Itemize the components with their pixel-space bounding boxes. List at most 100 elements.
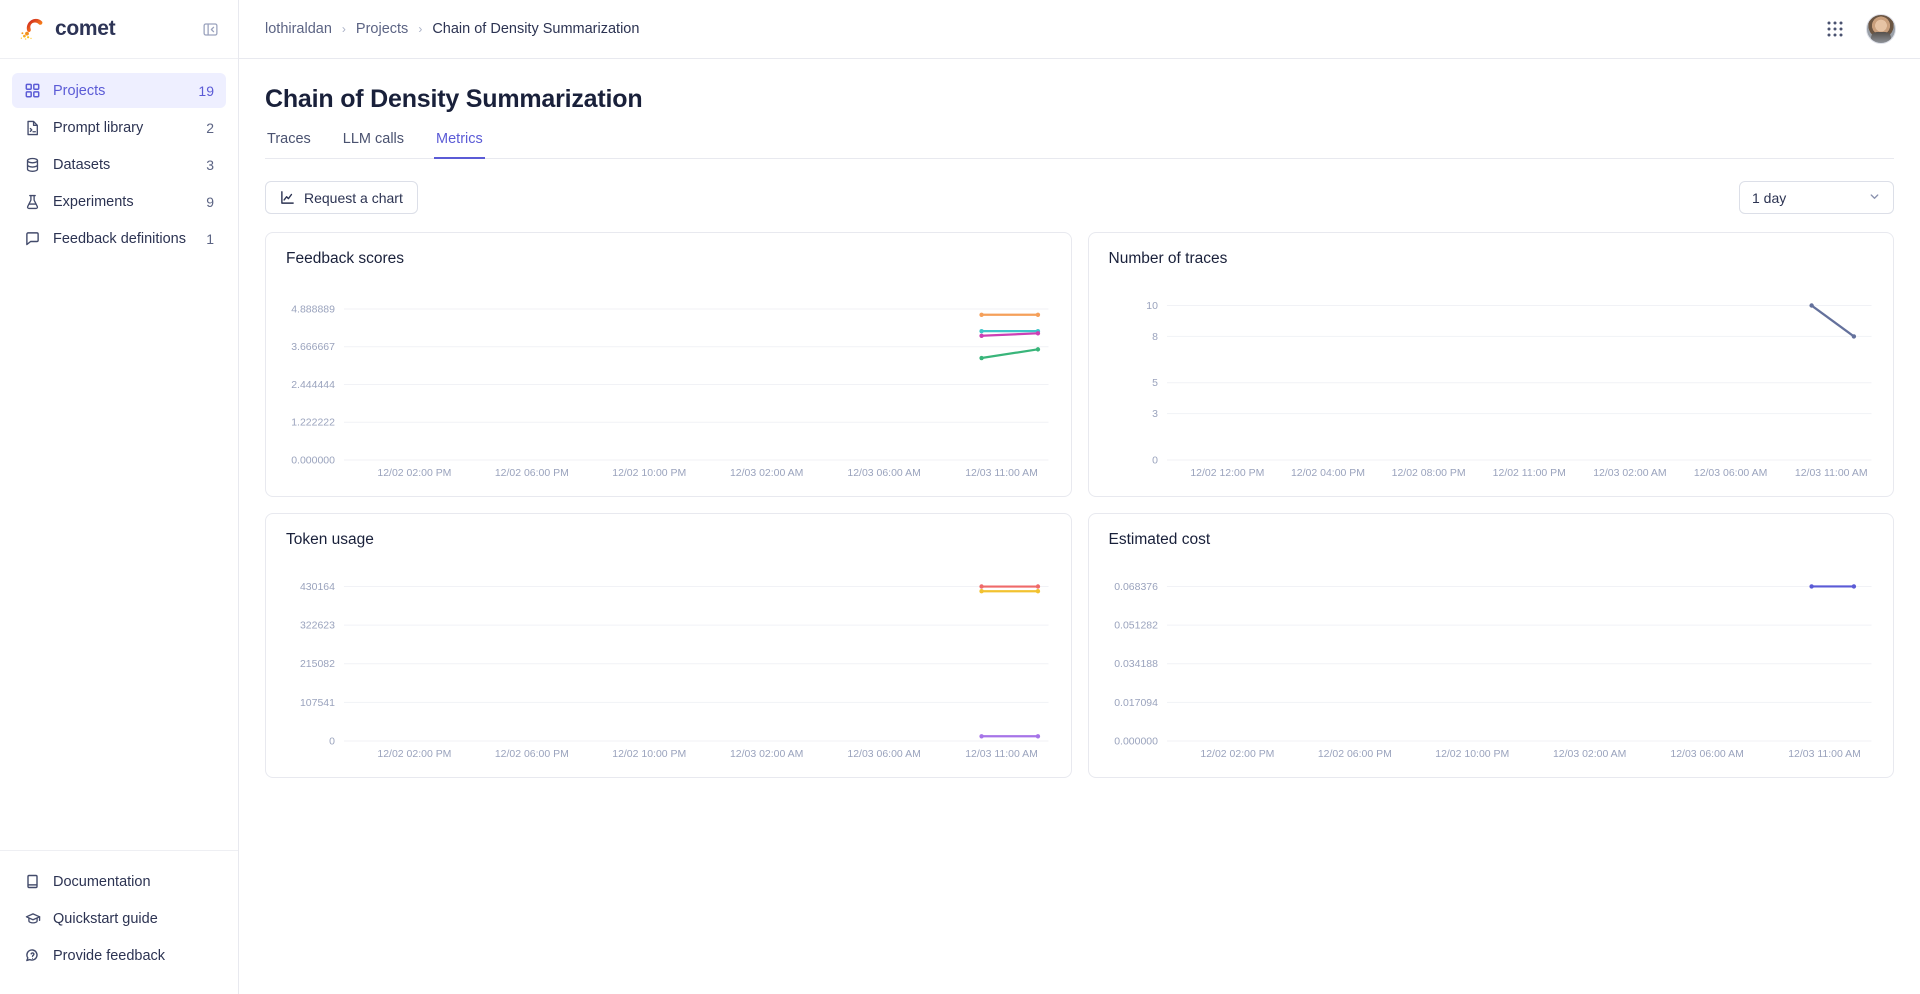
svg-text:12/02 06:00 PM: 12/02 06:00 PM bbox=[1317, 749, 1391, 760]
sidebar-item-experiments[interactable]: Experiments 9 bbox=[12, 184, 226, 219]
svg-text:0: 0 bbox=[329, 736, 335, 747]
svg-text:12/02 06:00 PM: 12/02 06:00 PM bbox=[495, 749, 569, 760]
page-content: Chain of Density Summarization Traces LL… bbox=[239, 59, 1920, 994]
chart-card-number-of-traces: Number of traces 0 3 5 8 10 12/02 12:00 PM 12/… bbox=[1088, 232, 1895, 497]
sidebar-item-projects[interactable]: Projects 19 bbox=[12, 73, 226, 108]
chart-title: Number of traces bbox=[1109, 250, 1874, 268]
graduation-cap-icon bbox=[24, 910, 41, 927]
svg-text:5: 5 bbox=[1152, 378, 1158, 389]
svg-text:10: 10 bbox=[1146, 301, 1158, 312]
tab-metrics[interactable]: Metrics bbox=[434, 131, 485, 159]
sidebar-header: comet bbox=[0, 0, 238, 59]
breadcrumb-item-projects[interactable]: Projects bbox=[356, 21, 408, 37]
brand-name: comet bbox=[55, 17, 115, 41]
file-code-icon bbox=[24, 119, 41, 136]
svg-text:107541: 107541 bbox=[300, 698, 335, 709]
svg-text:12/02 08:00 PM: 12/02 08:00 PM bbox=[1391, 468, 1465, 479]
top-bar-actions bbox=[1826, 14, 1896, 44]
avatar[interactable] bbox=[1866, 14, 1896, 44]
sidebar-item-provide-feedback[interactable]: Provide feedback bbox=[12, 939, 226, 972]
book-icon bbox=[24, 873, 41, 890]
sidebar-item-label: Provide feedback bbox=[53, 948, 214, 964]
breadcrumb: lothiraldan › Projects › Chain of Densit… bbox=[265, 21, 639, 37]
sidebar-item-feedback-definitions[interactable]: Feedback definitions 1 bbox=[12, 221, 226, 256]
breadcrumb-separator: › bbox=[342, 22, 346, 36]
svg-text:12/03 02:00 AM: 12/03 02:00 AM bbox=[1552, 749, 1625, 760]
app-root: comet bbox=[0, 0, 1920, 994]
panel-collapse-icon[interactable] bbox=[200, 19, 220, 39]
svg-text:12/03 02:00 AM: 12/03 02:00 AM bbox=[730, 468, 803, 479]
comment-icon bbox=[24, 230, 41, 247]
svg-text:0.000000: 0.000000 bbox=[291, 455, 335, 466]
sidebar-item-label: Datasets bbox=[53, 157, 194, 173]
svg-text:0.051282: 0.051282 bbox=[1114, 621, 1158, 632]
svg-text:12/02 02:00 PM: 12/02 02:00 PM bbox=[377, 749, 451, 760]
sidebar-spacer bbox=[0, 256, 238, 850]
sidebar: comet bbox=[0, 0, 239, 994]
chart-card-token-usage: Token usage 010754121508232262343016412/… bbox=[265, 513, 1072, 778]
chart-card-feedback-scores: Feedback scores 0.000000 1.222222 2.444444… bbox=[265, 232, 1072, 497]
sidebar-item-label: Experiments bbox=[53, 194, 194, 210]
sidebar-item-label: Projects bbox=[53, 83, 186, 99]
chart-plot[interactable]: 010754121508232262343016412/02 02:00 PM1… bbox=[286, 563, 1051, 767]
chart-plot[interactable]: 0.0000000.0170940.0341880.0512820.068376… bbox=[1109, 563, 1874, 767]
sidebar-item-documentation[interactable]: Documentation bbox=[12, 865, 226, 898]
svg-text:12/02 06:00 PM: 12/02 06:00 PM bbox=[495, 468, 569, 479]
sidebar-item-prompt-library[interactable]: Prompt library 2 bbox=[12, 110, 226, 145]
svg-text:12/02 04:00 PM: 12/02 04:00 PM bbox=[1290, 468, 1364, 479]
svg-text:12/03 06:00 AM: 12/03 06:00 AM bbox=[1693, 468, 1766, 479]
breadcrumb-separator: › bbox=[418, 22, 422, 36]
chart-title: Feedback scores bbox=[286, 250, 1051, 268]
apps-grid-icon[interactable] bbox=[1826, 20, 1844, 38]
sidebar-nav: Projects 19 Prompt library 2 bbox=[0, 59, 238, 256]
breadcrumb-item-current: Chain of Density Summarization bbox=[432, 21, 639, 37]
comet-logo-icon bbox=[20, 17, 48, 41]
svg-text:12/03 11:00 AM: 12/03 11:00 AM bbox=[965, 749, 1038, 760]
svg-text:12/02 02:00 PM: 12/02 02:00 PM bbox=[1200, 749, 1274, 760]
chevron-down-icon bbox=[1868, 190, 1881, 206]
tab-llm-calls[interactable]: LLM calls bbox=[341, 131, 406, 159]
line-chart-icon bbox=[280, 190, 295, 205]
sidebar-item-datasets[interactable]: Datasets 3 bbox=[12, 147, 226, 182]
date-range-select[interactable]: 1 day bbox=[1739, 181, 1894, 214]
chart-title: Token usage bbox=[286, 531, 1051, 549]
svg-text:12/02 12:00 PM: 12/02 12:00 PM bbox=[1190, 468, 1264, 479]
grid-squares-icon bbox=[24, 82, 41, 99]
svg-text:4.888889: 4.888889 bbox=[291, 304, 335, 315]
svg-text:12/02 10:00 PM: 12/02 10:00 PM bbox=[1435, 749, 1509, 760]
chart-title: Estimated cost bbox=[1109, 531, 1874, 549]
chart-plot[interactable]: 0.0000001.2222222.4444443.6666674.888889… bbox=[286, 282, 1051, 486]
sidebar-item-count: 9 bbox=[206, 194, 214, 210]
breadcrumb-item-workspace[interactable]: lothiraldan bbox=[265, 21, 332, 37]
svg-text:12/02 10:00 PM: 12/02 10:00 PM bbox=[612, 468, 686, 479]
svg-text:12/03 11:00 AM: 12/03 11:00 AM bbox=[965, 468, 1038, 479]
svg-text:0.000000: 0.000000 bbox=[1114, 736, 1158, 747]
sidebar-footer-nav: Documentation Quickstart guide bbox=[0, 850, 238, 994]
svg-text:8: 8 bbox=[1152, 332, 1158, 343]
database-icon bbox=[24, 156, 41, 173]
sidebar-item-count: 19 bbox=[198, 83, 214, 99]
tab-traces[interactable]: Traces bbox=[265, 131, 313, 159]
sidebar-item-count: 1 bbox=[206, 231, 214, 247]
svg-text:12/03 11:00 AM: 12/03 11:00 AM bbox=[1794, 468, 1867, 479]
svg-text:12/03 06:00 AM: 12/03 06:00 AM bbox=[847, 468, 920, 479]
sidebar-item-label: Feedback definitions bbox=[53, 231, 194, 247]
chart-plot[interactable]: 0 3 5 8 10 12/02 12:00 PM 12/02 04:00 PM 12/02 … bbox=[1109, 282, 1874, 486]
svg-text:0.017094: 0.017094 bbox=[1114, 698, 1158, 709]
svg-text:430164: 430164 bbox=[300, 582, 335, 593]
sidebar-item-quickstart-guide[interactable]: Quickstart guide bbox=[12, 902, 226, 935]
sidebar-item-label: Prompt library bbox=[53, 120, 194, 136]
tab-bar: Traces LLM calls Metrics bbox=[265, 131, 1894, 159]
svg-text:12/03 06:00 AM: 12/03 06:00 AM bbox=[1670, 749, 1743, 760]
svg-text:12/03 11:00 AM: 12/03 11:00 AM bbox=[1788, 749, 1861, 760]
page-title: Chain of Density Summarization bbox=[265, 59, 1894, 114]
top-bar: lothiraldan › Projects › Chain of Densit… bbox=[239, 0, 1920, 59]
svg-text:12/03 06:00 AM: 12/03 06:00 AM bbox=[847, 749, 920, 760]
brand-logo[interactable]: comet bbox=[20, 17, 115, 41]
svg-text:2.444444: 2.444444 bbox=[291, 380, 335, 391]
svg-text:0: 0 bbox=[1152, 455, 1158, 466]
request-a-chart-button[interactable]: Request a chart bbox=[265, 181, 418, 214]
svg-text:1.222222: 1.222222 bbox=[291, 418, 335, 429]
metrics-toolbar: Request a chart 1 day bbox=[265, 159, 1894, 214]
svg-text:3: 3 bbox=[1152, 409, 1158, 420]
